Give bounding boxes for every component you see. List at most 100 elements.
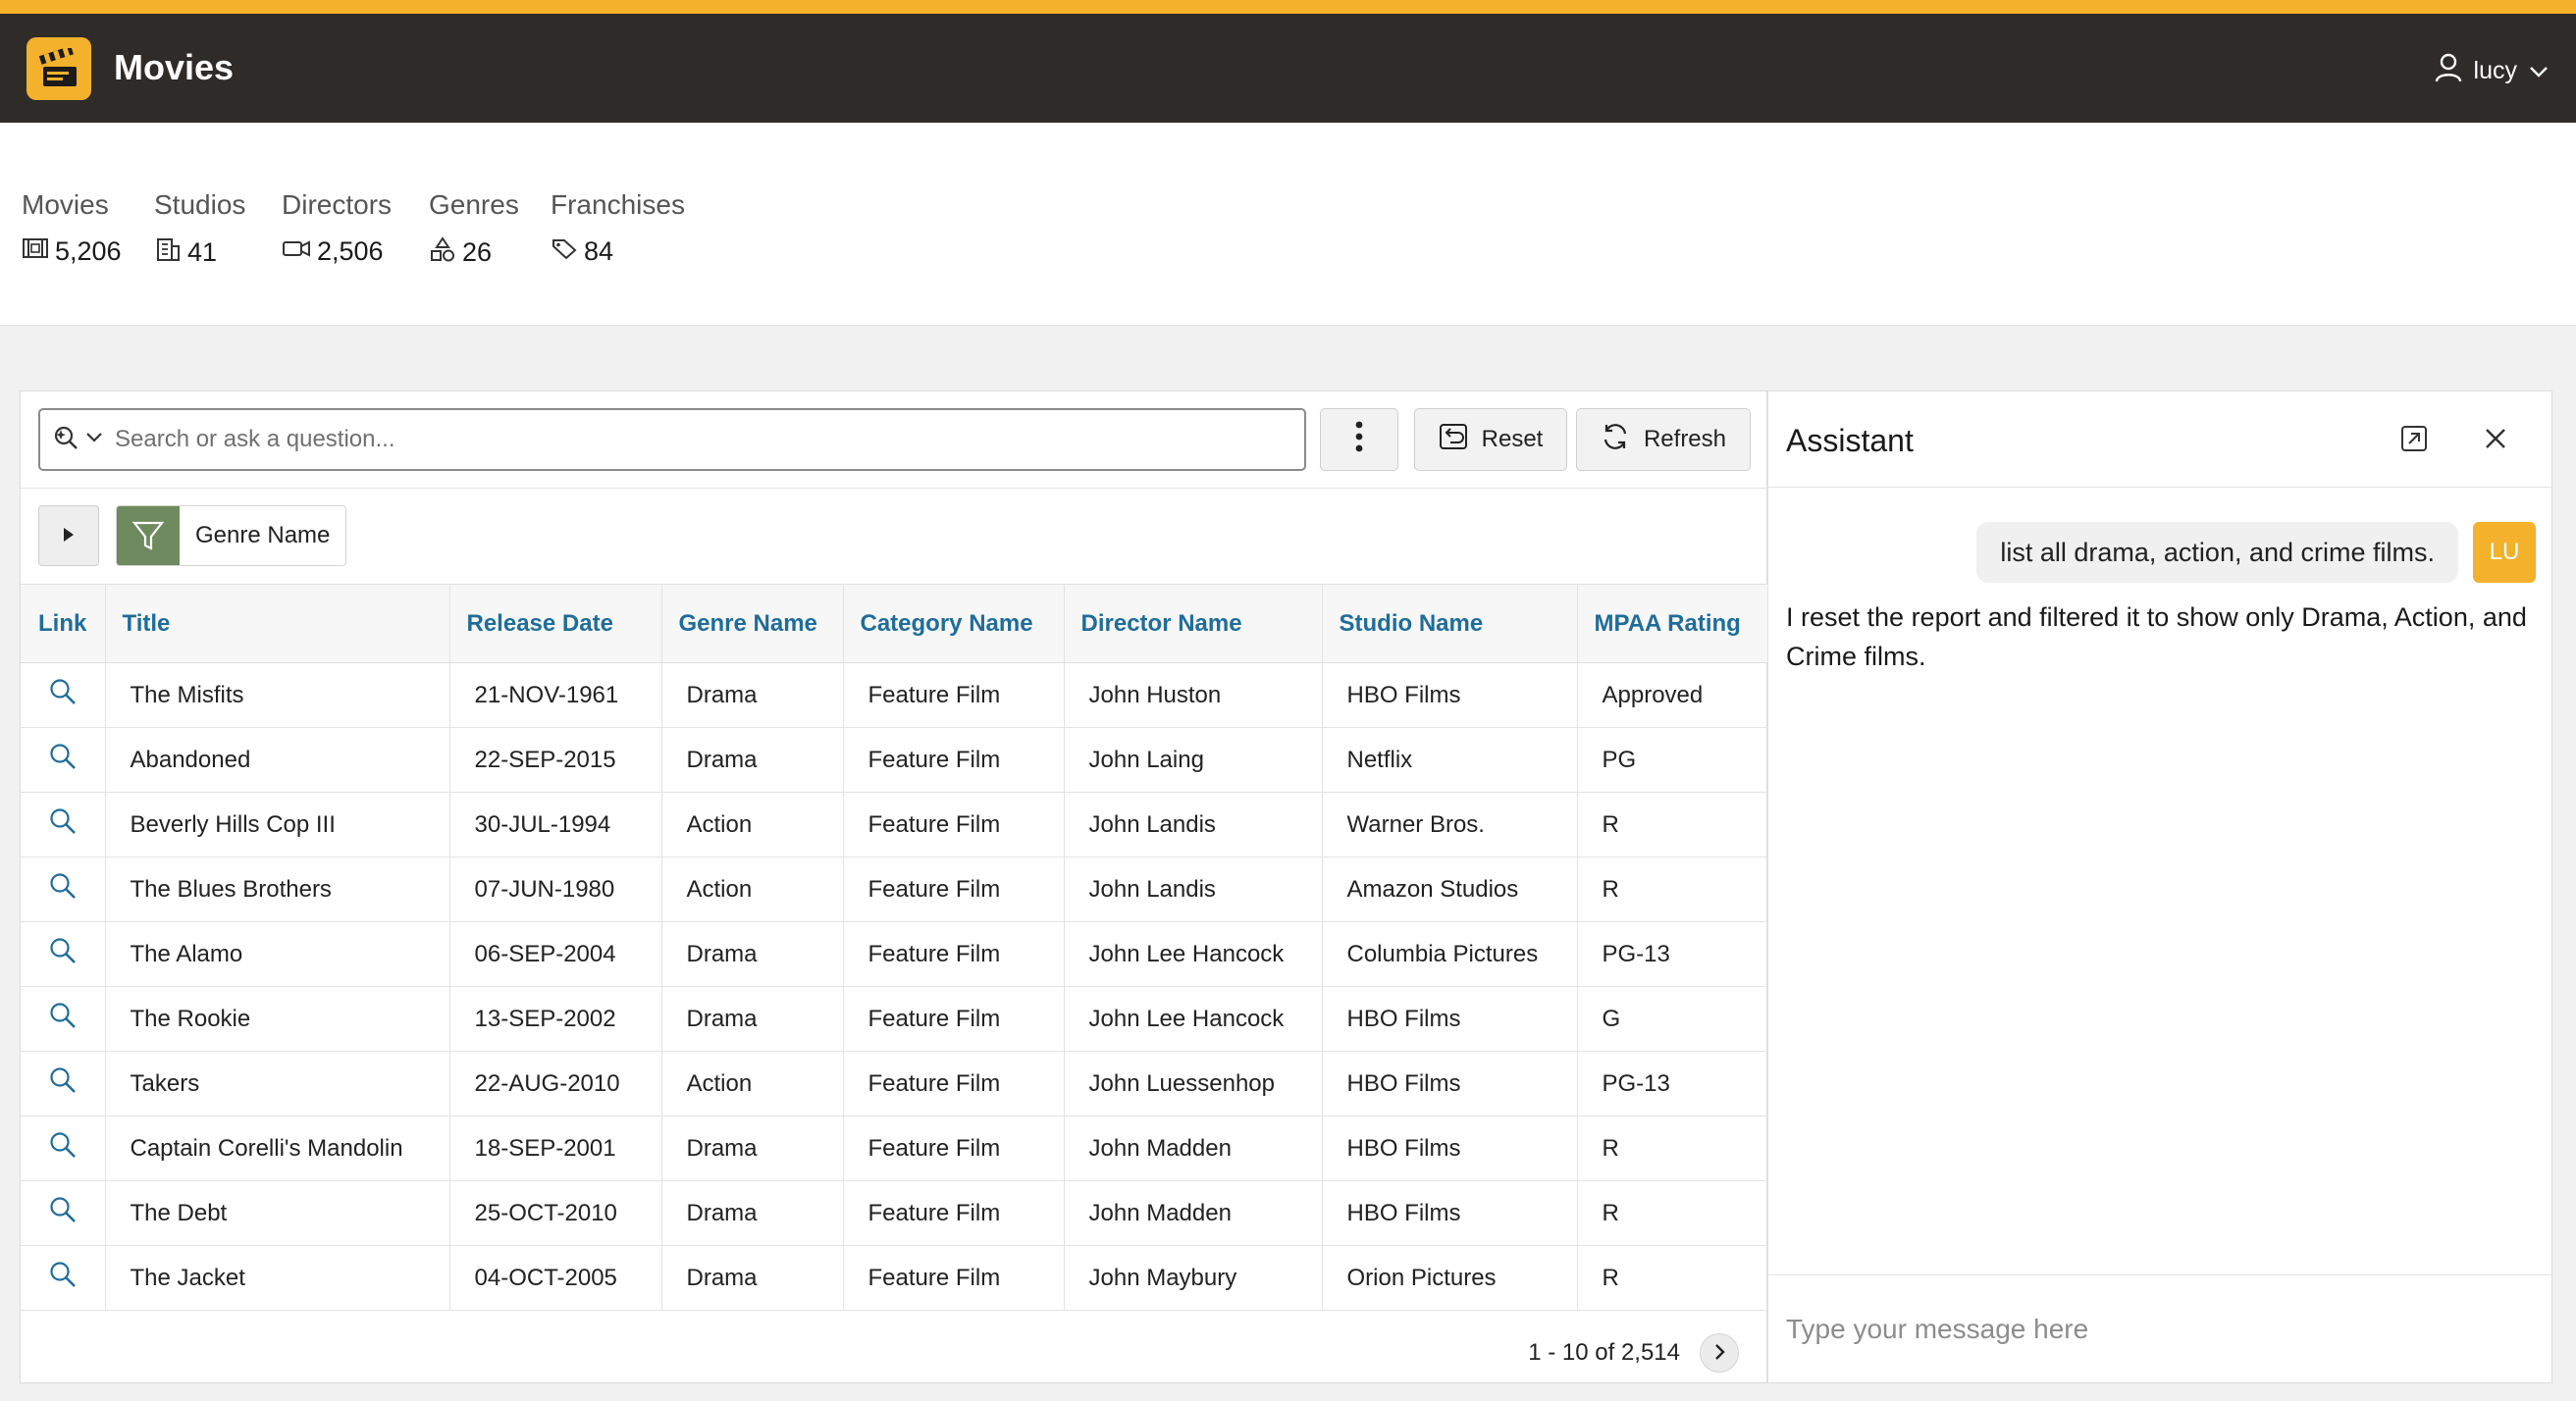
user-message-bubble: list all drama, action, and crime films. [1976,522,2458,583]
expand-filters-button[interactable] [38,505,99,566]
magnifier-icon[interactable] [48,808,78,842]
table-row: Beverly Hills Cop III 30-JUL-1994 Action Fe… [21,792,1767,857]
actions-menu-button[interactable] [1320,408,1398,471]
cell-genre: Drama [661,662,844,728]
stat-label: Genres [429,189,519,220]
column-header-studio-name[interactable]: Studio Name [1322,584,1578,663]
cell-rating: R [1577,1245,1767,1311]
cell-studio: Amazon Studios [1322,856,1578,922]
row-link-cell[interactable] [21,1245,106,1311]
cell-rating: Approved [1577,662,1767,728]
row-link-cell[interactable] [21,792,106,857]
cell-title: The Blues Brothers [105,856,450,922]
refresh-button[interactable]: Refresh [1576,408,1751,471]
stat-label: Studios [154,189,246,220]
cell-category: Feature Film [843,1245,1065,1311]
column-header-title[interactable]: Title [105,584,450,663]
cell-rating: R [1577,856,1767,922]
chevron-down-icon [2529,57,2549,85]
row-link-cell[interactable] [21,1180,106,1246]
row-link-cell[interactable] [21,986,106,1052]
magnifier-icon[interactable] [48,938,78,971]
column-header-genre-name[interactable]: Genre Name [661,584,844,663]
stat-movies[interactable]: Movies 5,206 [22,189,122,267]
stat-value: 2,506 [317,236,384,266]
stat-franchises[interactable]: Franchises 84 [551,189,685,267]
magnifier-icon[interactable] [48,1262,78,1295]
user-menu[interactable]: lucy [2435,53,2549,89]
reset-label: Reset [1481,426,1544,452]
cell-director: John Landis [1064,856,1323,922]
chevron-down-icon[interactable] [85,431,103,448]
cell-rating: R [1577,1180,1767,1246]
pop-out-button[interactable] [2396,422,2432,457]
cell-title: Captain Corelli's Mandolin [105,1116,450,1181]
cell-studio: HBO Films [1322,662,1578,728]
table-row: The Blues Brothers 07-JUN-1980 Action Featu… [21,856,1767,922]
user-icon [2435,53,2462,89]
search-field[interactable] [38,408,1306,471]
row-link-cell[interactable] [21,662,106,728]
table-row: The Jacket 04-OCT-2005 Drama Feature Film Jo… [21,1245,1767,1311]
genre-filter-chip[interactable]: Genre Name [116,505,347,566]
row-link-cell[interactable] [21,1116,106,1181]
search-input[interactable] [115,426,1304,453]
table-row: The Alamo 06-SEP-2004 Drama Feature Film Joh… [21,921,1767,987]
column-header-mpaa-rating[interactable]: MPAA Rating [1577,584,1767,663]
column-header-category-name[interactable]: Category Name [843,584,1065,663]
magnifier-icon[interactable] [48,744,78,777]
cell-release-date: 13-SEP-2002 [449,986,662,1052]
app-title[interactable]: Movies [114,47,234,88]
magnifier-icon[interactable] [48,1197,78,1230]
magnifier-icon[interactable] [48,1003,78,1036]
close-icon [2484,427,2507,453]
clapperboard-logo-icon[interactable] [26,37,91,100]
cell-category: Feature Film [843,921,1065,987]
magnifier-icon[interactable] [48,1132,78,1166]
cell-director: John Madden [1064,1180,1323,1246]
cell-rating: PG-13 [1577,1051,1767,1116]
row-link-cell[interactable] [21,921,106,987]
table-row: Captain Corelli's Mandolin 18-SEP-2001 Dra… [21,1116,1767,1181]
ai-search-icon[interactable] [52,424,79,456]
stats-band: Movies 5,206 Studios 41 Directors 2,506 … [0,123,2576,326]
movies-report: Reset Refresh Genre Name Link Title Rele… [20,390,1768,1383]
magnifier-icon[interactable] [48,873,78,907]
stat-value: 5,206 [55,236,122,266]
magnifier-icon[interactable] [48,679,78,712]
cell-studio: HBO Films [1322,1180,1578,1246]
cell-director: John Huston [1064,662,1323,728]
reset-button[interactable]: Reset [1414,408,1567,471]
cell-rating: G [1577,986,1767,1052]
cell-rating: R [1577,792,1767,857]
close-assistant-button[interactable] [2478,422,2513,457]
table-row: Takers 22-AUG-2010 Action Feature Film John … [21,1051,1767,1116]
column-header-director-name[interactable]: Director Name [1064,584,1323,663]
caret-right-icon [62,526,76,546]
cell-genre: Drama [661,1116,844,1181]
magnifier-icon[interactable] [48,1067,78,1101]
stat-directors[interactable]: Directors 2,506 [282,189,392,267]
stat-genres[interactable]: Genres 26 [429,189,519,269]
user-name: lucy [2473,57,2517,84]
table-row: Abandoned 22-SEP-2015 Drama Feature Film Joh… [21,727,1767,793]
cell-title: The Misfits [105,662,450,728]
table-row: The Rookie 13-SEP-2002 Drama Feature Film Jo… [21,986,1767,1052]
column-header-link[interactable]: Link [21,584,106,663]
cell-release-date: 22-SEP-2015 [449,727,662,793]
stat-studios[interactable]: Studios 41 [154,189,245,269]
cell-genre: Drama [661,986,844,1052]
cell-category: Feature Film [843,727,1065,793]
row-link-cell[interactable] [21,856,106,922]
filter-label: Genre Name [180,506,346,565]
chevron-right-icon [1713,1343,1725,1364]
cell-genre: Action [661,792,844,857]
assistant-message: I reset the report and filtered it to sh… [1786,602,2527,671]
cell-release-date: 21-NOV-1961 [449,662,662,728]
row-link-cell[interactable] [21,1051,106,1116]
row-link-cell[interactable] [21,727,106,793]
message-input[interactable] [1786,1313,2551,1345]
next-page-button[interactable] [1700,1333,1739,1373]
column-header-release-date[interactable]: Release Date [449,584,662,663]
toolbar-divider [21,488,1768,489]
